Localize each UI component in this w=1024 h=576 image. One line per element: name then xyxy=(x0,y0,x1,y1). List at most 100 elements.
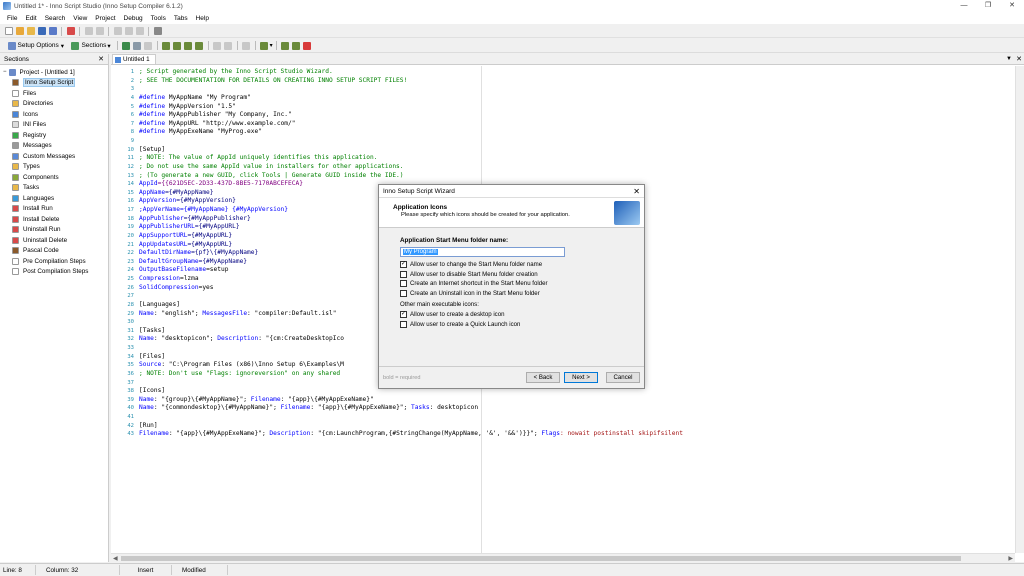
sidebar-item-post-compilation-steps[interactable]: Post Compilation Steps xyxy=(0,267,108,278)
code-line[interactable]: 12 ; Do not use the same AppId value in i… xyxy=(127,163,1015,172)
code-line[interactable]: 42 [Run] xyxy=(127,422,1015,431)
stop-icon[interactable] xyxy=(303,41,312,50)
menu-view[interactable]: View xyxy=(69,15,91,22)
code-line[interactable]: 9 xyxy=(131,137,1015,146)
checkbox[interactable] xyxy=(400,320,407,328)
folder-name-input[interactable]: My Program xyxy=(400,247,565,257)
copy-icon[interactable] xyxy=(124,27,133,35)
compile-icon[interactable] xyxy=(122,41,131,50)
step-into-icon[interactable] xyxy=(184,41,193,50)
sidebar-item-custom-messages[interactable]: Custom Messages xyxy=(0,151,108,162)
code-line[interactable]: 6 #define MyAppPublisher "My Company, Inc… xyxy=(131,111,1015,120)
sidebar-item-directories[interactable]: Directories xyxy=(0,99,108,110)
step-over-icon[interactable] xyxy=(173,41,182,50)
new-wizard-icon[interactable] xyxy=(15,27,24,35)
paste-icon[interactable] xyxy=(135,27,144,35)
stop-compile-icon[interactable] xyxy=(144,41,153,50)
breakpoint-icon[interactable] xyxy=(242,41,251,50)
new-file-icon[interactable] xyxy=(4,27,13,35)
code-line[interactable]: 7 #define MyAppURL "http://www.example.co… xyxy=(131,120,1015,129)
code-line[interactable]: 2 ; SEE THE DOCUMENTATION FOR DETAILS ON … xyxy=(131,77,1015,86)
menu-file[interactable]: File xyxy=(3,15,21,22)
compile-script-icon[interactable] xyxy=(133,41,142,50)
code-line[interactable]: 1 ; Script generated by the Inno Script S… xyxy=(131,68,1015,77)
close-icon[interactable]: ✕ xyxy=(98,55,104,63)
close-file-icon[interactable] xyxy=(66,27,75,35)
option-row[interactable]: Create an Uninstall icon in the Start Me… xyxy=(400,289,644,299)
cancel-button[interactable]: Cancel xyxy=(606,372,640,383)
code-line[interactable]: 13 ; (To generate a new GUID, click Tools… xyxy=(127,172,1015,181)
dialog-close-icon[interactable]: ✕ xyxy=(633,187,640,196)
sidebar-item-languages[interactable]: Languages xyxy=(0,193,108,204)
maximize-button[interactable]: ❐ xyxy=(976,0,1000,12)
close-button[interactable]: ✕ xyxy=(1000,0,1024,12)
setup-options-button[interactable]: Setup Options ▾ xyxy=(3,41,67,50)
code-line[interactable]: 5 #define MyAppVersion "1.5" xyxy=(131,103,1015,112)
sidebar-item-files[interactable]: Files xyxy=(0,88,108,99)
sidebar-item-install-run[interactable]: Install Run xyxy=(0,204,108,215)
debug-run-icon[interactable] xyxy=(260,41,269,50)
option-row[interactable]: Create an Internet shortcut in the Start… xyxy=(400,279,644,289)
cut-icon[interactable] xyxy=(113,27,122,35)
sidebar-item-install-delete[interactable]: Install Delete xyxy=(0,214,108,225)
open-folder-icon[interactable] xyxy=(26,27,35,35)
horizontal-scrollbar[interactable]: ◀ ▶ xyxy=(111,553,1015,562)
menu-help[interactable]: Help xyxy=(192,15,213,22)
next-button[interactable]: Next > xyxy=(564,372,598,383)
code-line[interactable]: 8 #define MyAppExeName "MyProg.exe" xyxy=(131,128,1015,137)
code-line[interactable]: 3 xyxy=(131,85,1015,94)
code-line[interactable]: 43 Filename: "{app}\{#MyAppExeName}"; Des… xyxy=(127,430,1015,439)
code-line[interactable]: 40 Name: "{commondesktop}\{#MyAppName}"; … xyxy=(127,404,1015,413)
pause-icon[interactable] xyxy=(195,41,204,50)
sidebar-item-types[interactable]: Types xyxy=(0,162,108,173)
sidebar-item-inno-setup-script[interactable]: Inno Setup Script xyxy=(0,78,108,89)
run-icon[interactable] xyxy=(162,41,171,50)
code-line[interactable]: 4 #define MyAppName "My Program" xyxy=(131,94,1015,103)
debug-step-icon[interactable] xyxy=(281,41,290,50)
tree-root-project[interactable]: − Project - [Untitled 1] xyxy=(0,67,108,78)
menu-tabs[interactable]: Tabs xyxy=(170,15,192,22)
sidebar-item-pre-compilation-steps[interactable]: Pre Compilation Steps xyxy=(0,256,108,267)
debug-step-out-icon[interactable] xyxy=(292,41,301,50)
save-all-icon[interactable] xyxy=(48,27,57,35)
sidebar-item-uninstall-delete[interactable]: Uninstall Delete xyxy=(0,235,108,246)
save-icon[interactable] xyxy=(37,27,46,35)
sidebar-item-pascal-code[interactable]: Pascal Code xyxy=(0,246,108,257)
option-row[interactable]: Allow user to change the Start Menu fold… xyxy=(400,260,644,270)
menu-project[interactable]: Project xyxy=(91,15,119,22)
sidebar-item-ini-files[interactable]: INI Files xyxy=(0,120,108,131)
option-row[interactable]: Allow user to create a desktop icon xyxy=(400,310,644,320)
option-row[interactable]: Allow user to disable Start Menu folder … xyxy=(400,270,644,280)
code-line[interactable]: 39 Name: "{group}\{#MyAppName}"; Filename… xyxy=(127,396,1015,405)
code-line[interactable]: 10 [Setup] xyxy=(127,146,1015,155)
search-icon[interactable] xyxy=(153,27,162,35)
sidebar-item-messages[interactable]: Messages xyxy=(0,141,108,152)
sidebar-item-registry[interactable]: Registry xyxy=(0,130,108,141)
scroll-left-icon[interactable]: ◀ xyxy=(113,555,118,562)
vertical-scrollbar[interactable] xyxy=(1015,66,1024,553)
checkbox[interactable] xyxy=(400,270,407,278)
sidebar-item-components[interactable]: Components xyxy=(0,172,108,183)
option-row[interactable]: Allow user to create a Quick Launch icon xyxy=(400,320,644,330)
undo-icon[interactable] xyxy=(84,27,93,35)
scrollbar-thumb[interactable] xyxy=(121,556,961,561)
redo-icon[interactable] xyxy=(95,27,104,35)
menu-edit[interactable]: Edit xyxy=(21,15,40,22)
menu-tools[interactable]: Tools xyxy=(147,15,170,22)
collapse-icon[interactable]: − xyxy=(3,69,7,75)
sidebar-item-icons[interactable]: Icons xyxy=(0,109,108,120)
sections-button[interactable]: Sections ▾ xyxy=(67,41,114,50)
sidebar-item-tasks[interactable]: Tasks xyxy=(0,183,108,194)
code-line[interactable]: 11 ; NOTE: The value of AppId uniquely id… xyxy=(127,154,1015,163)
code-line[interactable]: 41 xyxy=(127,413,1015,422)
back-button[interactable]: < Back xyxy=(526,372,560,383)
minimize-button[interactable]: — xyxy=(952,0,976,12)
checkbox[interactable] xyxy=(400,289,407,297)
scroll-right-icon[interactable]: ▶ xyxy=(1008,555,1013,562)
close-tab-icon[interactable]: ✕ xyxy=(1016,55,1022,63)
menu-debug[interactable]: Debug xyxy=(120,15,147,22)
target-setup-icon[interactable] xyxy=(213,41,222,50)
checkbox[interactable] xyxy=(400,261,407,269)
checkbox[interactable] xyxy=(400,311,407,319)
checkbox[interactable] xyxy=(400,280,407,288)
